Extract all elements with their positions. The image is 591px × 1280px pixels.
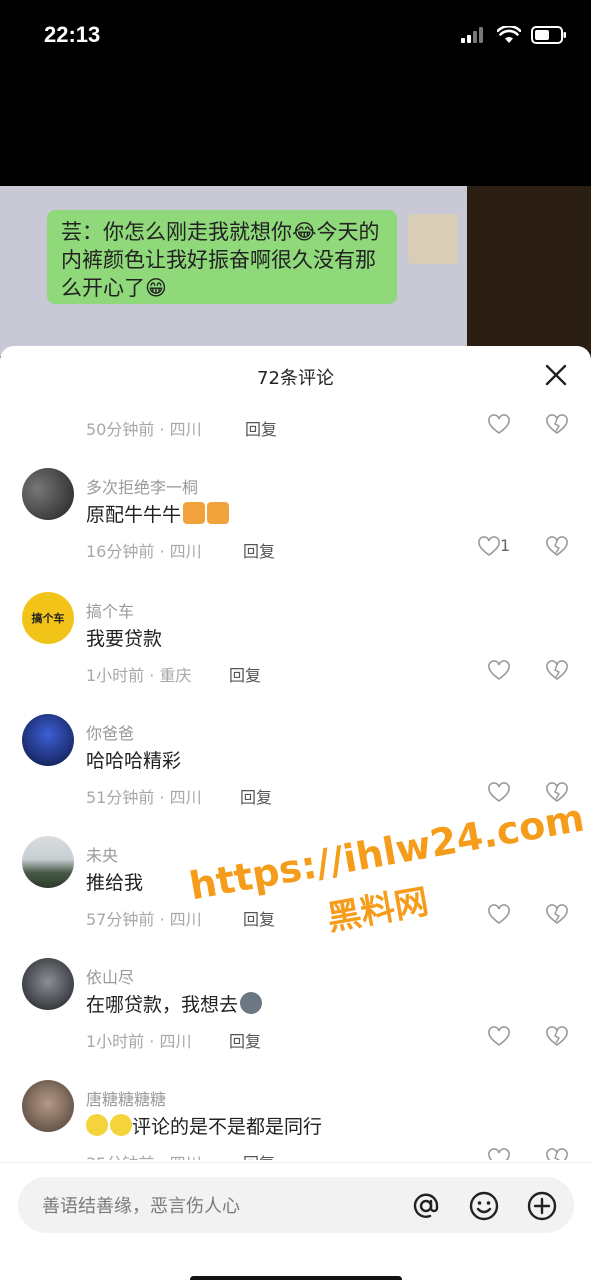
comment-meta: 16分钟前 · 四川 xyxy=(86,542,202,561)
reply-button[interactable]: 回复 xyxy=(243,538,275,562)
comment-text-content: 在哪贷款，我想去 xyxy=(86,994,239,1016)
crying-emoji-icon xyxy=(86,1114,108,1136)
video-frame[interactable]: 芸：你怎么刚走我就想你😂今天的内裤颜色让我好振奋啊很久没有那么开心了😁 xyxy=(0,186,591,356)
broken-heart-icon[interactable] xyxy=(545,536,569,558)
list-item: 依山尽 在哪贷款，我想去 1小时前 · 四川 回复 xyxy=(0,958,591,1078)
heart-icon[interactable] xyxy=(488,782,510,804)
comment-text-content: 评论的是不是都是同行 xyxy=(132,1116,323,1138)
home-indicator xyxy=(190,1276,402,1280)
status-bar: 22:13 xyxy=(0,0,591,70)
list-item: 多次拒绝李一桐 原配牛牛牛 16分钟前 · 四川 回复 1 xyxy=(0,468,591,588)
comment-input-bar xyxy=(0,1162,591,1280)
crying-emoji-icon xyxy=(110,1114,132,1136)
comment-username[interactable]: 多次拒绝李一桐 xyxy=(86,474,198,498)
comment-meta: 1小时前 · 四川 xyxy=(86,1032,192,1051)
husky-emoji-icon xyxy=(240,992,263,1014)
avatar[interactable] xyxy=(22,1080,74,1132)
comment-username[interactable]: 未央 xyxy=(86,842,118,866)
thumbs-up-emoji-icon xyxy=(183,502,206,524)
comment-text: 原配牛牛牛 xyxy=(86,500,230,527)
chat-bubble: 芸：你怎么刚走我就想你😂今天的内裤颜色让我好振奋啊很久没有那么开心了😁 xyxy=(47,210,397,304)
broken-heart-icon[interactable] xyxy=(545,1148,569,1160)
reply-button[interactable]: 回复 xyxy=(229,662,261,686)
video-background xyxy=(467,186,591,356)
list-item: 搞个车 搞个车 我要贷款 1小时前 · 重庆 回复 xyxy=(0,592,591,712)
comment-username[interactable]: 依山尽 xyxy=(86,964,134,988)
comment-username[interactable]: 你爸爸 xyxy=(86,720,134,744)
signal-icon xyxy=(461,27,483,43)
list-item: 50分钟前 · 四川 回复 xyxy=(0,400,591,466)
comment-text: 评论的是不是都是同行 xyxy=(86,1112,322,1139)
comment-username[interactable]: 唐糖糖糖糖 xyxy=(86,1086,166,1110)
reply-button[interactable]: 回复 xyxy=(243,1150,275,1160)
reply-button[interactable]: 回复 xyxy=(229,1028,261,1052)
watermark-site-name: 黑料网 xyxy=(324,881,432,939)
comment-text: 哈哈哈精彩 xyxy=(86,750,182,772)
like-count: 1 xyxy=(500,536,511,555)
heart-icon[interactable] xyxy=(488,1148,510,1160)
avatar[interactable] xyxy=(22,714,74,766)
comment-list[interactable]: 50分钟前 · 四川 回复 多次拒绝李一桐 原配牛牛牛 16分钟前 · 四川 回… xyxy=(0,400,591,1160)
comment-text: 我要贷款 xyxy=(86,628,163,650)
close-icon[interactable] xyxy=(543,362,569,388)
broken-heart-icon[interactable] xyxy=(545,414,569,436)
thumbs-up-emoji-icon xyxy=(207,502,230,524)
avatar-badge-text: 搞个车 xyxy=(31,612,65,625)
status-icons xyxy=(461,24,567,46)
wifi-icon xyxy=(497,26,521,43)
at-mention-icon[interactable] xyxy=(410,1190,442,1222)
status-time: 22:13 xyxy=(44,22,101,47)
comment-input[interactable] xyxy=(40,1177,404,1235)
chat-avatar-image xyxy=(408,214,458,264)
battery-icon xyxy=(531,26,566,44)
heart-icon[interactable] xyxy=(488,1026,510,1048)
reply-button[interactable]: 回复 xyxy=(245,416,277,440)
avatar[interactable] xyxy=(22,958,74,1010)
avatar[interactable] xyxy=(22,836,74,888)
reply-button[interactable]: 回复 xyxy=(240,784,272,808)
add-icon[interactable] xyxy=(526,1190,558,1222)
avatar[interactable] xyxy=(22,468,74,520)
avatar[interactable]: 搞个车 xyxy=(22,592,74,644)
emoji-icon[interactable] xyxy=(468,1190,500,1222)
heart-icon[interactable] xyxy=(478,536,500,558)
comment-input-container xyxy=(18,1177,574,1235)
broken-heart-icon[interactable] xyxy=(545,660,569,682)
heart-icon[interactable] xyxy=(488,414,510,436)
comment-username[interactable]: 搞个车 xyxy=(86,598,134,622)
comment-meta: 57分钟前 · 四川 xyxy=(86,910,202,929)
list-item: 唐糖糖糖糖 评论的是不是都是同行 35分钟前 · 四川 回复 xyxy=(0,1080,591,1160)
sheet-title: 72条评论 xyxy=(257,368,334,389)
comment-text: 推给我 xyxy=(86,872,144,894)
heart-icon[interactable] xyxy=(488,660,510,682)
comment-meta: 1小时前 · 重庆 xyxy=(86,666,192,685)
comment-meta: 35分钟前 · 四川 xyxy=(86,1150,202,1160)
comment-meta: 51分钟前 · 四川 xyxy=(86,788,202,807)
comment-meta: 50分钟前 · 四川 xyxy=(86,420,202,439)
broken-heart-icon[interactable] xyxy=(545,1026,569,1048)
comment-text: 在哪贷款，我想去 xyxy=(86,990,263,1017)
comment-text-content: 原配牛牛牛 xyxy=(86,504,182,526)
